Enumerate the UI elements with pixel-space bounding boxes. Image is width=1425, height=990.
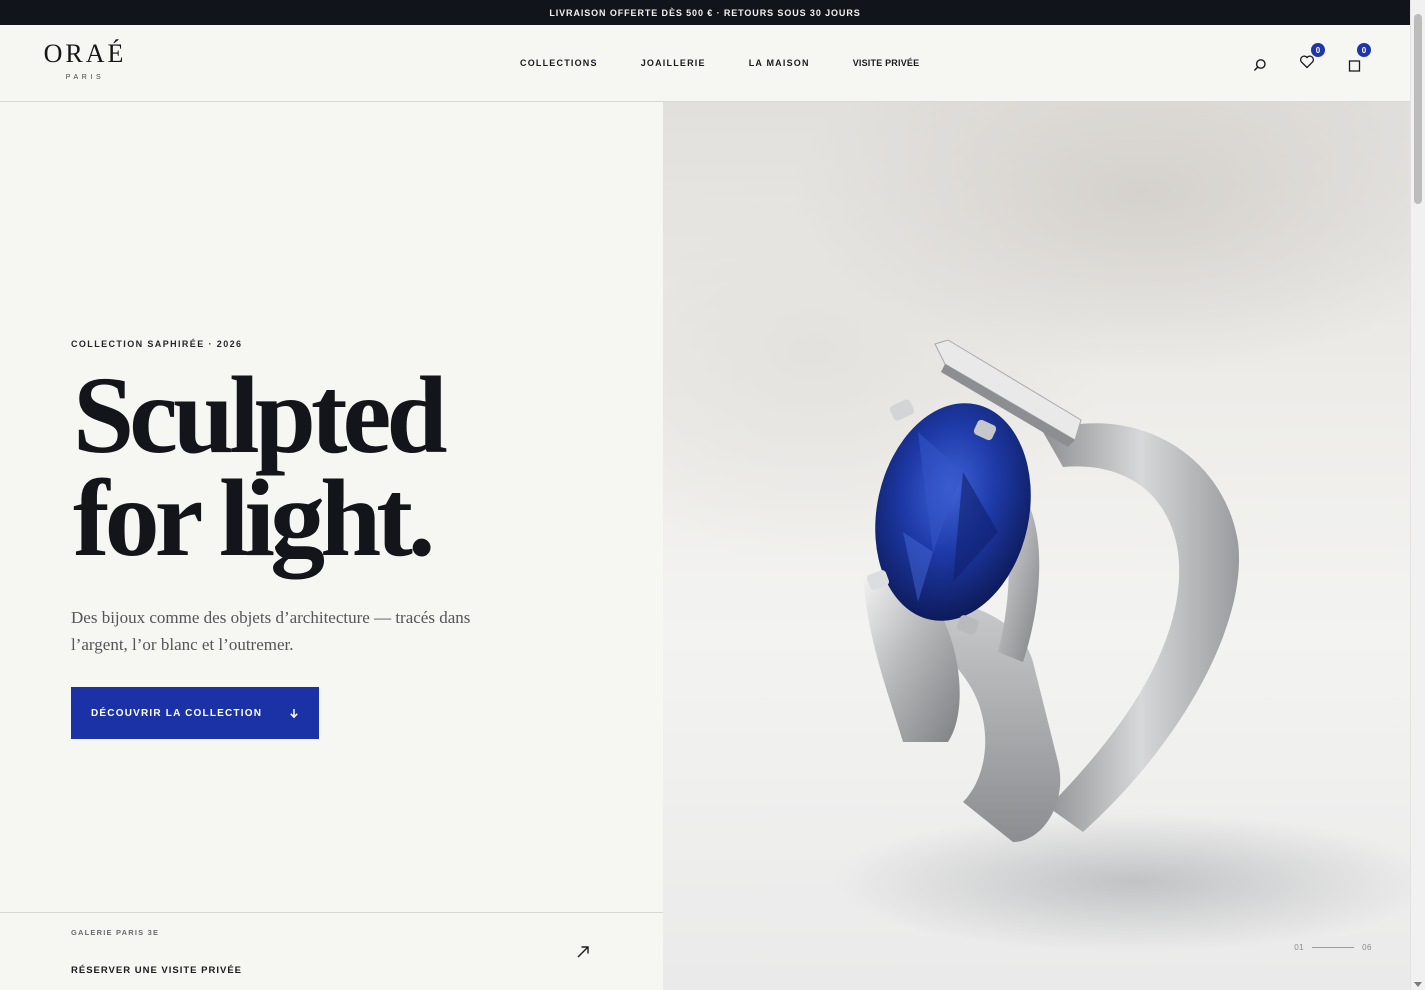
hero-headline: Sculpted for light. (73, 354, 593, 579)
discover-collection-button[interactable]: DÉCOUVRIR LA COLLECTION (71, 687, 319, 739)
nav-joaillerie[interactable]: JOAILLERIE (641, 58, 706, 68)
slide-total: 06 (1362, 943, 1372, 952)
arrow-up-right-icon[interactable] (574, 943, 592, 961)
collection-eyebrow: COLLECTION SAPHIRÉE · 2026 (71, 339, 243, 349)
slide-progress-line (1312, 947, 1355, 948)
hero-text-panel: COLLECTION SAPHIRÉE · 2026 Sculpted for … (0, 102, 663, 990)
arrow-down-icon (290, 708, 298, 718)
brand-subtitle: PARIS (65, 74, 105, 81)
nav-collections[interactable]: COLLECTIONS (520, 58, 598, 68)
hero-headline-line-1: Sculpted (73, 354, 448, 476)
hero-image-panel: 01 06 (663, 102, 1410, 990)
scroll-down-arrow-icon[interactable] (1414, 982, 1422, 987)
hero-description: Des bijoux comme des objets d’architectu… (71, 608, 471, 654)
brand-name: ORAÉ (43, 39, 127, 68)
page-scrollbar[interactable] (1410, 0, 1425, 990)
brand-logo[interactable]: ORAÉ PARIS (42, 39, 128, 82)
gallery-location: GALERIE PARIS 3E (71, 928, 160, 937)
slide-counter: 01 06 (1294, 943, 1372, 952)
gallery-strip: GALERIE PARIS 3E RÉSERVER UNE VISITE PRI… (0, 912, 663, 990)
site-header: ORAÉ PARIS COLLECTIONS JOAILLERIE LA MAI… (0, 25, 1410, 102)
main-nav: COLLECTIONS JOAILLERIE LA MAISON VISITE … (520, 58, 919, 68)
hero-headline-line-2: for light. (73, 457, 435, 579)
search-button[interactable] (1250, 55, 1270, 75)
cta-label: DÉCOUVRIR LA COLLECTION (91, 707, 263, 719)
search-icon (1254, 59, 1266, 71)
slide-current: 01 (1294, 943, 1305, 952)
bag-icon (1348, 59, 1360, 72)
bag-button[interactable] (1344, 55, 1364, 75)
bag-count-badge: 0 (1357, 43, 1371, 57)
announcement-bar: LIVRAISON OFFERTE DÈS 500 € · RETOURS SO… (0, 0, 1410, 25)
nav-visite-privee[interactable]: VISITE PRIVÉE (853, 58, 920, 68)
sapphire-ring-image (833, 339, 1410, 952)
heart-icon (1300, 55, 1314, 68)
scrollbar-thumb[interactable] (1414, 14, 1422, 204)
book-private-visit-link[interactable]: RÉSERVER UNE VISITE PRIVÉE (71, 965, 242, 976)
nav-la-maison[interactable]: LA MAISON (749, 58, 810, 68)
wishlist-count-badge: 0 (1311, 43, 1325, 57)
announcement-text: LIVRAISON OFFERTE DÈS 500 € · RETOURS SO… (549, 7, 861, 18)
